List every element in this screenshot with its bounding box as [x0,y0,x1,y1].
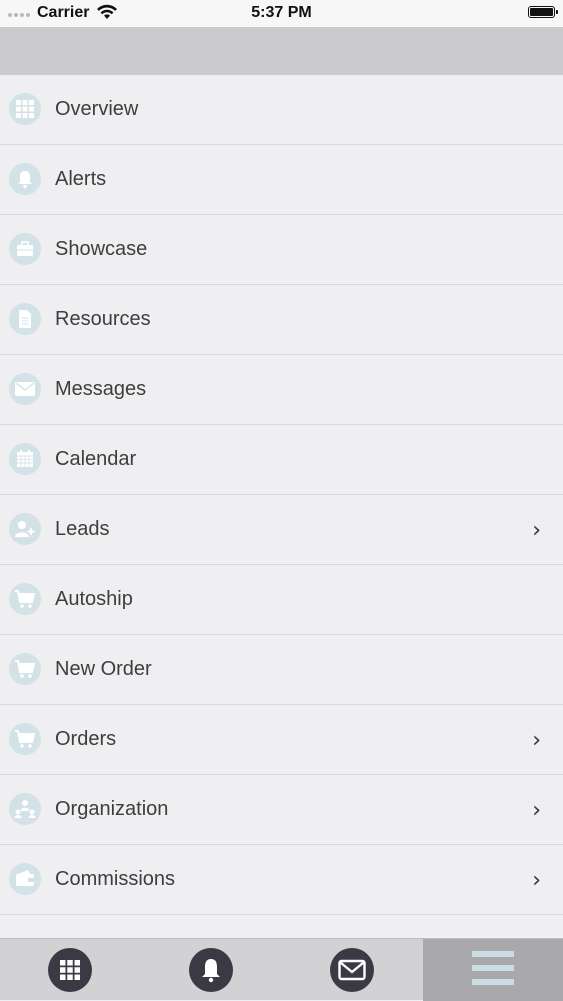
menu-item-label: Organization [55,798,169,820]
menu-item-label: Calendar [55,448,137,470]
bell-icon [189,948,233,992]
cart-add-icon [9,653,41,685]
add-user-icon [9,513,41,545]
battery-icon [528,6,558,18]
grid-icon [48,948,92,992]
menu-item-label: New Order [55,658,152,680]
menu-item-label: Orders [55,728,117,750]
menu-item-showcase[interactable]: Showcase [0,215,563,285]
menu-item-label: Showcase [55,238,148,260]
envelope-icon [9,373,41,405]
hamburger-menu-icon [472,950,514,991]
menu-item-new-order[interactable]: New Order [0,635,563,705]
document-icon [9,303,41,335]
menu-item-label: Autoship [55,588,133,610]
cart-icon [9,583,41,615]
menu-item-resources[interactable]: Resources [0,285,563,355]
tab-messages[interactable] [282,939,422,1001]
menu-item-label: Messages [55,378,147,400]
tab-bar [0,938,563,1001]
cart-list-icon [9,723,41,755]
menu-item-orders[interactable]: Orders › [0,705,563,775]
chevron-right-icon: › [532,798,541,823]
menu-item-autoship[interactable]: Autoship [0,565,563,635]
menu-item-label: Resources [55,308,151,330]
grid-icon [9,93,41,125]
wallet-icon [9,863,41,895]
menu-item-organization[interactable]: Organization › [0,775,563,845]
menu-item-label: Overview [55,98,139,120]
calendar-icon [9,443,41,475]
menu-list: Overview Alerts Showcase Resources Messa… [0,75,563,915]
navigation-header [0,27,563,75]
menu-item-label: Leads [55,518,110,540]
envelope-icon [330,948,374,992]
menu-item-overview[interactable]: Overview [0,75,563,145]
chevron-right-icon: › [532,728,541,753]
chevron-right-icon: › [532,518,541,543]
tab-overview[interactable] [0,939,140,1001]
menu-item-leads[interactable]: Leads › [0,495,563,565]
bell-icon [9,163,41,195]
menu-item-commissions[interactable]: Commissions › [0,845,563,915]
chevron-right-icon: › [532,868,541,893]
status-bar: Carrier 5:37 PM [0,0,563,27]
tab-alerts[interactable] [141,939,281,1001]
menu-item-alerts[interactable]: Alerts [0,145,563,215]
organization-icon [9,793,41,825]
menu-item-label: Commissions [55,868,176,890]
menu-item-messages[interactable]: Messages [0,355,563,425]
tab-menu[interactable] [423,939,563,1001]
menu-item-label: Alerts [55,168,107,190]
clock: 5:37 PM [251,4,312,21]
menu-item-calendar[interactable]: Calendar [0,425,563,495]
briefcase-icon [9,233,41,265]
